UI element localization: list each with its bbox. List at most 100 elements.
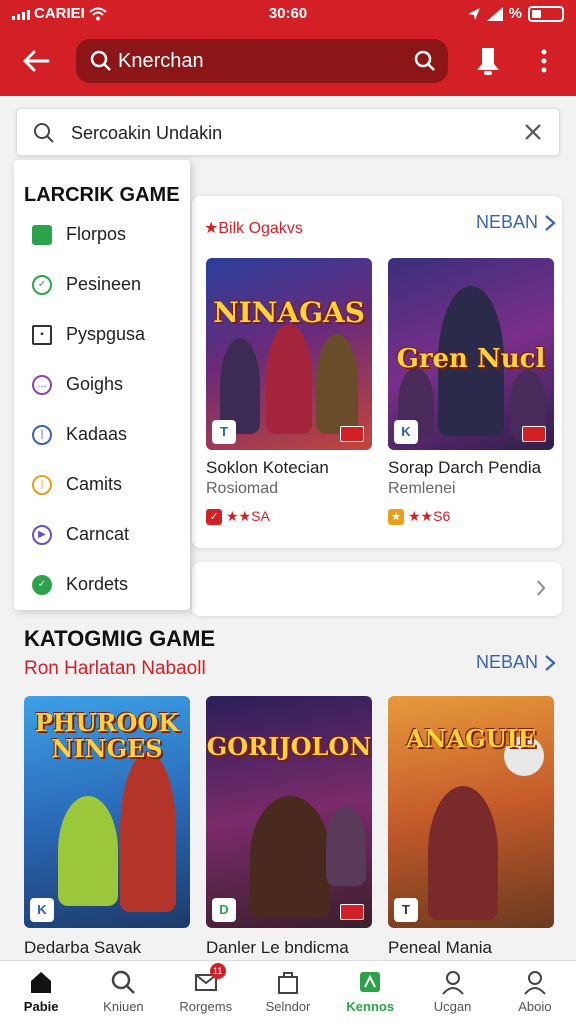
nav-label: Kennos <box>346 999 395 1014</box>
see-all-link[interactable]: NEBAN <box>476 652 556 673</box>
character-art <box>428 786 498 920</box>
game-title: Peneal Mania <box>388 938 492 957</box>
game-thumbnail: ANAGUIE T <box>388 696 554 928</box>
nav-item-games[interactable]: Kennos <box>329 961 411 1024</box>
check-circle-icon: ✓ <box>32 274 52 295</box>
region-flag-icon <box>522 426 546 442</box>
dropdown-item-label: Pyspgusa <box>66 324 146 344</box>
check-filled-icon: ✓ <box>32 574 52 595</box>
bag-icon <box>277 972 298 994</box>
status-right: % <box>467 5 564 22</box>
game-art-title: GORIJOLON <box>206 732 372 761</box>
game-thumbnail: Gren Nucl K <box>388 258 554 450</box>
dropdown-item-label: Pesineen <box>66 274 142 294</box>
game-card[interactable]: GORIJOLON D Danler Le bndicma <box>206 696 372 958</box>
cell-signal-icon <box>486 6 503 21</box>
game-title: Soklon Kotecian <box>206 458 329 477</box>
search-input[interactable]: Sercoakin Undakin <box>16 108 560 156</box>
nav-item-messages[interactable]: 11 Rorgems <box>165 961 247 1024</box>
nav-label: Rorgems <box>179 999 233 1014</box>
character-art <box>250 796 330 918</box>
game-card[interactable]: Gren Nucl K Sorap Darch Pendia Remlenei … <box>388 258 554 525</box>
nav-item-search[interactable]: Kniuen <box>82 961 164 1024</box>
game-card[interactable]: NINAGAS T Soklon Kotecian Rosiomad ✓ ★★SA <box>206 258 372 525</box>
dropdown-item[interactable]: ✓ Pesineen <box>32 274 141 295</box>
dropdown-item-label: Kordets <box>66 574 129 594</box>
game-card[interactable]: ANAGUIE T Peneal Mania <box>388 696 554 958</box>
dropdown-item[interactable]: | Kadaas <box>32 424 127 445</box>
dropdown-item[interactable]: … Goighs <box>32 374 123 395</box>
close-icon[interactable] <box>523 122 543 142</box>
bottom-navigation: Pabie Kniuen 11 Rorgems Selndor Kennos U… <box>0 960 576 1024</box>
game-rating-text: ★★S6 <box>408 508 451 524</box>
more-options-icon[interactable] <box>538 44 550 78</box>
game-card[interactable]: PHUROOK NINGES K Dedarba Savak <box>24 696 190 958</box>
character-art <box>316 334 358 434</box>
dropdown-item-label: Goighs <box>66 374 124 394</box>
dropdown-item[interactable]: Florpos <box>32 224 126 245</box>
see-all-link[interactable]: NEBAN <box>476 212 556 233</box>
game-thumbnail: GORIJOLON D <box>206 696 372 928</box>
nav-item-home[interactable]: Pabie <box>0 961 82 1024</box>
person-icon <box>441 971 464 995</box>
section-title: KATOGMIG GAME <box>24 626 216 651</box>
dropdown-item[interactable]: | Camits <box>32 474 122 495</box>
back-arrow-icon[interactable] <box>20 46 52 76</box>
nav-label: Selndor <box>265 999 311 1014</box>
popular-tag: ★Bilk Ogakvs <box>204 220 303 237</box>
character-art <box>120 752 176 912</box>
game-title: Dedarba Savak <box>24 938 142 957</box>
chevron-right-icon <box>545 214 556 231</box>
header-search-text: Knerchan <box>118 50 204 72</box>
app-header: CARIEI 30:60 % Knerchan <box>0 0 576 96</box>
nav-label: Pabie <box>23 999 59 1014</box>
play-circle-icon: ▶ <box>32 524 52 545</box>
grid-icon <box>32 224 52 245</box>
map-icon <box>360 972 381 992</box>
game-art-title: PHUROOK NINGES <box>34 708 180 763</box>
dropdown-item[interactable]: ▪ Pyspgusa <box>32 324 145 345</box>
publisher-logo-icon: K <box>394 420 418 444</box>
game-rating: ★ ★★S6 <box>388 508 554 525</box>
dropdown-item[interactable]: ▶ Carncat <box>32 524 129 545</box>
nav-label: Aboio <box>518 999 552 1014</box>
game-title: Danler Le bndicma <box>206 938 349 957</box>
rating-badge-icon: ✓ <box>206 508 222 525</box>
dropdown-item-label: Kadaas <box>66 424 128 444</box>
game-rating: ✓ ★★SA <box>206 508 372 525</box>
dropdown-item-label: Carncat <box>66 524 130 544</box>
region-flag-icon <box>340 426 364 442</box>
home-icon <box>31 972 52 993</box>
location-icon <box>467 7 480 20</box>
region-flag-icon <box>340 904 364 920</box>
game-art-title: ANAGUIE <box>405 724 537 753</box>
section-subtitle: Ron Harlatan Nabaoll <box>24 658 206 679</box>
search-icon <box>34 123 54 143</box>
game-title: Sorap Darch Pendia <box>388 458 542 477</box>
game-subtitle: Rosiomad <box>206 480 279 497</box>
search-icon[interactable] <box>414 50 436 72</box>
expand-row[interactable] <box>192 562 562 616</box>
clock-icon: | <box>32 474 52 495</box>
nav-item-about[interactable]: Aboio <box>494 961 576 1024</box>
game-thumbnail: NINAGAS T <box>206 258 372 450</box>
publisher-logo-icon: D <box>212 898 236 922</box>
search-input-value: Sercoakin Undakin <box>71 123 223 143</box>
dropdown-item-label: Camits <box>66 474 123 494</box>
dropdown-item[interactable]: ✓ Kordets <box>32 574 128 595</box>
search-icon <box>112 970 136 994</box>
rating-badge-icon: ★ <box>388 508 404 525</box>
notification-bell-icon[interactable] <box>472 44 504 78</box>
dropdown-item-label: Florpos <box>66 224 127 244</box>
nav-label: Kniuen <box>103 999 144 1014</box>
game-rating-text: ★★SA <box>226 508 270 524</box>
nav-item-store[interactable]: Selndor <box>247 961 329 1024</box>
nav-item-profile[interactable]: Ucgan <box>411 961 493 1024</box>
character-art <box>58 796 118 906</box>
notification-badge: 11 <box>209 963 226 979</box>
category-dropdown: LARCRIK GAME Florpos ✓ Pesineen ▪ Pyspgu… <box>14 160 190 610</box>
publisher-logo-icon: K <box>30 898 54 922</box>
nav-label: Ucgan <box>433 999 472 1014</box>
header-search-bar[interactable]: Knerchan <box>76 39 448 83</box>
publisher-logo-icon: T <box>212 420 236 444</box>
